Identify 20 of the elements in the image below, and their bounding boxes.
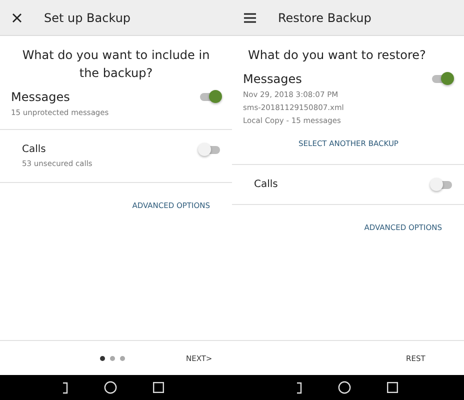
screen-title: Restore Backup — [278, 10, 372, 24]
menu-icon[interactable] — [244, 12, 256, 22]
question-text: What do you want to include in the backup? — [21, 47, 211, 82]
home-icon[interactable] — [104, 381, 117, 394]
back-icon[interactable] — [62, 382, 68, 394]
close-icon[interactable] — [12, 12, 22, 22]
item-label: Calls — [22, 144, 46, 155]
toggle-switch[interactable] — [432, 75, 452, 83]
home-icon[interactable] — [338, 381, 351, 394]
toggle-switch[interactable] — [200, 93, 220, 101]
toggle-switch[interactable] — [200, 146, 220, 154]
recents-icon[interactable] — [153, 382, 164, 393]
item-label: Messages — [11, 90, 70, 104]
recents-icon[interactable] — [387, 382, 398, 393]
item-label: Calls — [254, 179, 278, 190]
item-label: Messages — [243, 72, 302, 86]
question-text: What do you want to restore? — [247, 47, 427, 64]
toggle-switch[interactable] — [432, 180, 452, 188]
back-icon[interactable] — [296, 382, 302, 394]
screen-title: Set up Backup — [44, 10, 131, 24]
